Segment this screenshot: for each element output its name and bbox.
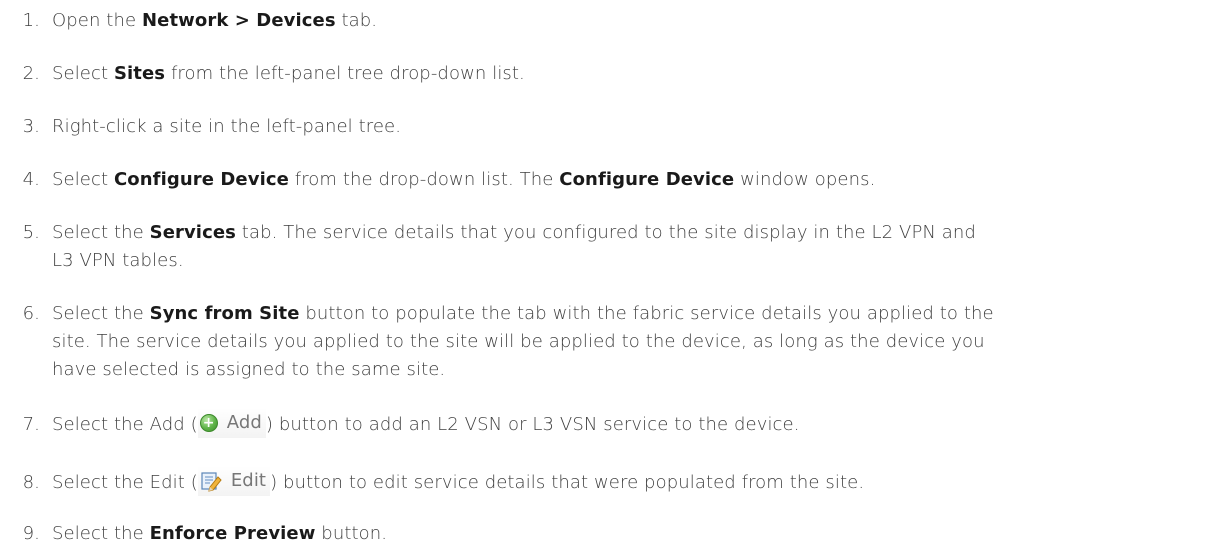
ui-term: Services [149, 222, 236, 243]
step-text: Select the Services tab. The service det… [52, 222, 976, 243]
ui-term: Configure Device [559, 169, 735, 190]
step-text: Select the Add (+ Add) button to add an L… [52, 408, 1222, 440]
edit-button-label: Edit [230, 470, 267, 491]
ui-term: Network > Devices [141, 10, 336, 31]
step-text: Select the Sync from Site button to popu… [52, 303, 994, 324]
ui-term: Sites [113, 63, 166, 84]
step-text: Select Sites from the left-panel tree dr… [52, 63, 525, 84]
step-number: 2. [22, 63, 40, 84]
step-number: 7. [22, 414, 40, 435]
add-button-image: + Add [197, 408, 266, 438]
step-number: 6. [22, 303, 40, 324]
procedure-steps: 1. Open the Network > Devices tab. 2. Se… [0, 0, 1223, 548]
step-number: 3. [22, 116, 40, 137]
add-button-label: Add [226, 412, 262, 433]
step-text: Open the Network > Devices tab. [52, 10, 378, 31]
ui-term: Sync from Site [149, 303, 300, 324]
step-text: have selected is assigned to the same si… [52, 359, 446, 380]
step-text: Right-click a site in the left-panel tre… [52, 116, 402, 137]
step-number: 4. [22, 169, 40, 190]
step-text: site. The service details you applied to… [52, 331, 985, 352]
step-number: 9. [22, 523, 40, 544]
step-text: L3 VPN tables. [52, 250, 184, 271]
step-number: 8. [22, 472, 40, 493]
ui-term: Enforce Preview [149, 523, 316, 544]
ui-term: Configure Device [113, 169, 289, 190]
step-text: Select the Edit (Edit) button to edit se… [52, 466, 1222, 498]
step-text: Select the Enforce Preview button. [52, 523, 388, 544]
edit-button-image: Edit [197, 466, 271, 496]
step-number: 1. [22, 10, 40, 31]
step-text: Select Configure Device from the drop-do… [52, 169, 876, 190]
add-icon: + [199, 414, 218, 432]
step-number: 5. [22, 222, 40, 243]
edit-icon [201, 472, 222, 492]
